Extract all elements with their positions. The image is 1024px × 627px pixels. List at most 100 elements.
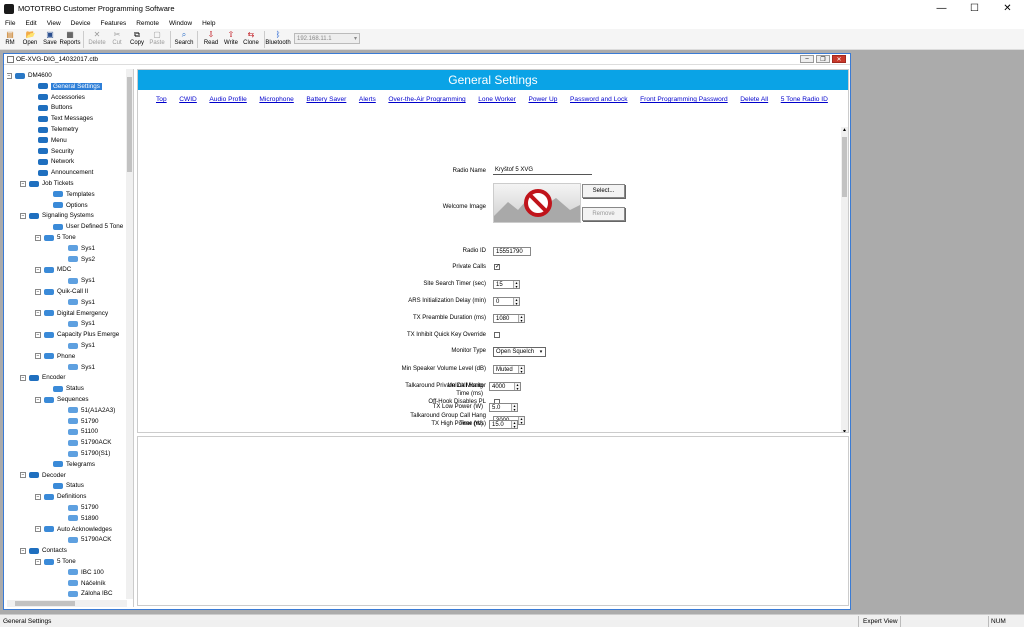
menu-device[interactable]: Device (66, 20, 96, 27)
toolbar-paste-button[interactable]: ▢ Paste (147, 29, 167, 47)
tree-item[interactable]: − Quik-Call II (35, 287, 88, 296)
tree-item[interactable]: Sys1 (68, 298, 95, 307)
section-link-battery-saver[interactable]: Battery Saver (306, 96, 346, 107)
tree-item[interactable]: Sys2 (68, 255, 95, 264)
collapse-icon[interactable]: − (35, 558, 41, 565)
menu-remote[interactable]: Remote (131, 20, 164, 27)
tree-item[interactable]: Menu (38, 136, 67, 145)
tree-horizontal-scrollbar[interactable] (7, 600, 127, 607)
collapse-icon[interactable]: − (20, 472, 26, 479)
collapse-icon[interactable]: − (35, 353, 41, 360)
tree-item[interactable]: Telegrams (53, 460, 95, 469)
tree-item[interactable]: − Auto Acknowledges (35, 525, 112, 534)
tree-item[interactable]: Status (53, 384, 84, 393)
monitor-type-select[interactable]: Open Squelch ▾ (493, 347, 546, 357)
section-link-power-up[interactable]: Power Up (528, 96, 557, 107)
tx-preamble-spinner[interactable]: 1080 ▴ ▾ (493, 314, 525, 323)
toolbar-reports-button[interactable]: ▦ Reports (60, 29, 81, 47)
toolbar-rm-button[interactable]: ▤ RM (0, 29, 20, 47)
section-link-password-and-lock[interactable]: Password and Lock (570, 96, 628, 107)
section-link-delete-all[interactable]: Delete All (740, 96, 768, 107)
tree-item[interactable]: Sys1 (68, 276, 95, 285)
talkaround-private-spinner[interactable]: 4000 ▴ ▾ (489, 382, 521, 391)
tree-item[interactable]: Buttons (38, 103, 72, 112)
tree-item[interactable]: − 5 Tone (35, 233, 76, 242)
tree-item[interactable]: 51(A1A2A3) (68, 406, 115, 415)
collapse-icon[interactable]: − (20, 212, 26, 219)
tree-item[interactable]: 51100 (68, 427, 98, 436)
tree-item[interactable]: Sys1 (68, 363, 95, 372)
section-link-audio-profile[interactable]: Audio Profile (209, 96, 246, 107)
tree-item[interactable]: Sys1 (68, 319, 95, 328)
toolbar-delete-button[interactable]: ✕ Delete (87, 29, 107, 47)
tree-item[interactable]: Network (38, 157, 74, 166)
tree-item[interactable]: Options (53, 201, 88, 210)
section-link-5-tone-radio-id[interactable]: 5 Tone Radio ID (781, 96, 828, 107)
site-search-timer-spinner[interactable]: 15 ▴ ▾ (493, 280, 520, 289)
child-restore-button[interactable]: ❐ (816, 55, 830, 63)
collapse-icon[interactable]: − (35, 526, 41, 533)
radio-name-input[interactable]: Kryštof 5 XVG (493, 166, 592, 175)
toolbar-copy-button[interactable]: ⧉ Copy (127, 29, 147, 47)
collapse-icon[interactable]: − (35, 493, 41, 500)
tree-item[interactable]: 51790(S1) (68, 449, 110, 458)
section-link-top[interactable]: Top (156, 96, 167, 107)
tree-item[interactable]: General Settings (38, 82, 102, 91)
child-minimize-button[interactable]: – (800, 55, 814, 63)
collapse-icon[interactable]: − (20, 547, 26, 554)
toolbar-cut-button[interactable]: ✂ Cut (107, 29, 127, 47)
tree-item[interactable]: − Phone (35, 352, 75, 361)
tree-item[interactable]: − DM4600 (7, 71, 52, 80)
tree-item[interactable]: − Job Tickets (20, 179, 74, 188)
tree-item[interactable]: − Sequences (35, 395, 89, 404)
tx-inhibit-checkbox[interactable] (494, 332, 500, 338)
tree-item[interactable]: − MDC (35, 265, 71, 274)
collapse-icon[interactable]: − (35, 266, 41, 273)
tree-item[interactable]: 51790 (68, 417, 99, 426)
tree-item[interactable]: Announcement (38, 168, 93, 177)
tree-item[interactable]: 51790ACK (68, 438, 111, 447)
toolbar-clone-button[interactable]: ⇆ Clone (241, 29, 261, 47)
help-vertical-scrollbar[interactable] (841, 437, 848, 607)
minimize-button[interactable]: — (925, 0, 958, 17)
tree-item[interactable]: 51790ACK (68, 535, 111, 544)
tx-high-power-spinner[interactable]: 15.0 ▴ ▾ (489, 420, 518, 429)
section-link-alerts[interactable]: Alerts (359, 96, 376, 107)
settings-vertical-scrollbar[interactable]: ▲ ▼ (841, 127, 848, 432)
child-close-button[interactable]: ✕ (832, 55, 846, 63)
tree-item[interactable]: Templates (53, 190, 95, 199)
tree-item[interactable]: Security (38, 147, 74, 156)
tree-item[interactable]: − Signaling Systems (20, 211, 94, 220)
tree-item[interactable]: Telemetry (38, 125, 78, 134)
collapse-icon[interactable]: − (35, 331, 41, 338)
menu-help[interactable]: Help (197, 20, 220, 27)
tree-item[interactable]: − Decoder (20, 471, 66, 480)
tree-item[interactable]: Sys1 (68, 244, 95, 253)
section-link-lone-worker[interactable]: Lone Worker (478, 96, 516, 107)
collapse-icon[interactable]: − (35, 288, 41, 295)
private-calls-checkbox[interactable]: ✓ (494, 264, 500, 270)
toolbar-bluetooth-button[interactable]: ᛒ Bluetooth (265, 29, 290, 47)
tree-item[interactable]: Náčelník (68, 579, 106, 588)
collapse-icon[interactable]: − (35, 310, 41, 317)
section-link-over-the-air-programming[interactable]: Over-the-Air Programming (388, 96, 465, 107)
scroll-up-icon[interactable]: ▲ (841, 127, 848, 133)
radio-id-input[interactable]: 15551790 (493, 247, 531, 256)
tree-item[interactable]: Accessories (38, 93, 85, 102)
tree-item[interactable]: 51790 (68, 503, 99, 512)
collapse-icon[interactable]: − (20, 374, 26, 381)
collapse-icon[interactable]: − (20, 180, 26, 187)
section-link-microphone[interactable]: Microphone (259, 96, 293, 107)
tree-item[interactable]: − Digital Emergency (35, 309, 108, 318)
section-link-front-programming-password[interactable]: Front Programming Password (640, 96, 728, 107)
toolbar-write-button[interactable]: ⇧ Write (221, 29, 241, 47)
menu-features[interactable]: Features (96, 20, 132, 27)
menu-view[interactable]: View (42, 20, 66, 27)
maximize-button[interactable]: ☐ (958, 0, 991, 17)
collapse-icon[interactable]: − (7, 72, 12, 79)
tree-item[interactable]: − 5 Tone (35, 557, 76, 566)
tree-item[interactable]: − Encoder (20, 373, 65, 382)
tree-item[interactable]: 51890 (68, 514, 99, 523)
ars-delay-spinner[interactable]: 0 ▴ ▾ (493, 297, 520, 306)
menu-file[interactable]: File (0, 20, 20, 27)
